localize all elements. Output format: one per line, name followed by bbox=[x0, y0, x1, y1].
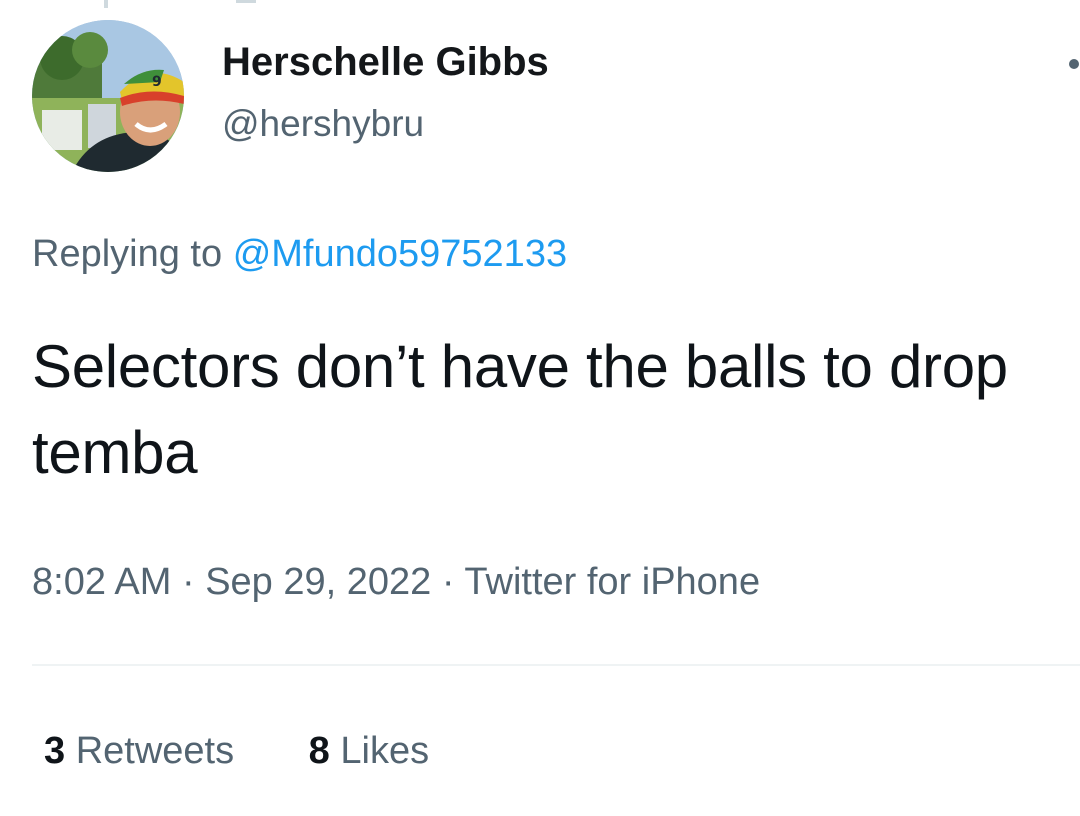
tweet-date-link[interactable]: Sep 29, 2022 bbox=[205, 561, 431, 603]
more-options-icon[interactable] bbox=[1068, 58, 1080, 70]
likes-label: Likes bbox=[340, 730, 430, 772]
retweets-stat[interactable]: 3 Retweets bbox=[44, 726, 234, 776]
separator-dot: · bbox=[181, 561, 195, 603]
engagement-stats: 3 Retweets 8 Likes bbox=[44, 726, 429, 776]
divider bbox=[32, 664, 1080, 666]
thread-connector-line bbox=[104, 0, 108, 8]
retweets-count: 3 bbox=[44, 730, 66, 772]
replying-to-mention-link[interactable]: @Mfundo59752133 bbox=[233, 233, 567, 275]
separator-dot: · bbox=[441, 561, 455, 603]
replying-to-prefix: Replying to bbox=[32, 233, 223, 275]
avatar[interactable]: 9 bbox=[32, 20, 184, 172]
tweet-text: Selectors don’t have the balls to drop t… bbox=[32, 333, 1008, 486]
svg-text:9: 9 bbox=[152, 74, 162, 90]
likes-stat[interactable]: 8 Likes bbox=[309, 726, 429, 776]
retweets-label: Retweets bbox=[75, 730, 235, 772]
thread-connector-line bbox=[236, 0, 256, 3]
likes-count: 8 bbox=[308, 730, 330, 772]
tweet-metadata: 8:02 AM · Sep 29, 2022 · Twitter for iPh… bbox=[32, 554, 760, 610]
replying-to-line: Replying to @Mfundo59752133 bbox=[32, 228, 567, 280]
tweet-time-link[interactable]: 8:02 AM bbox=[32, 561, 171, 603]
tweet-source-link[interactable]: Twitter for iPhone bbox=[464, 561, 760, 603]
author-handle[interactable]: @hershybru bbox=[222, 100, 424, 148]
author-name[interactable]: Herschelle Gibbs bbox=[222, 38, 549, 86]
